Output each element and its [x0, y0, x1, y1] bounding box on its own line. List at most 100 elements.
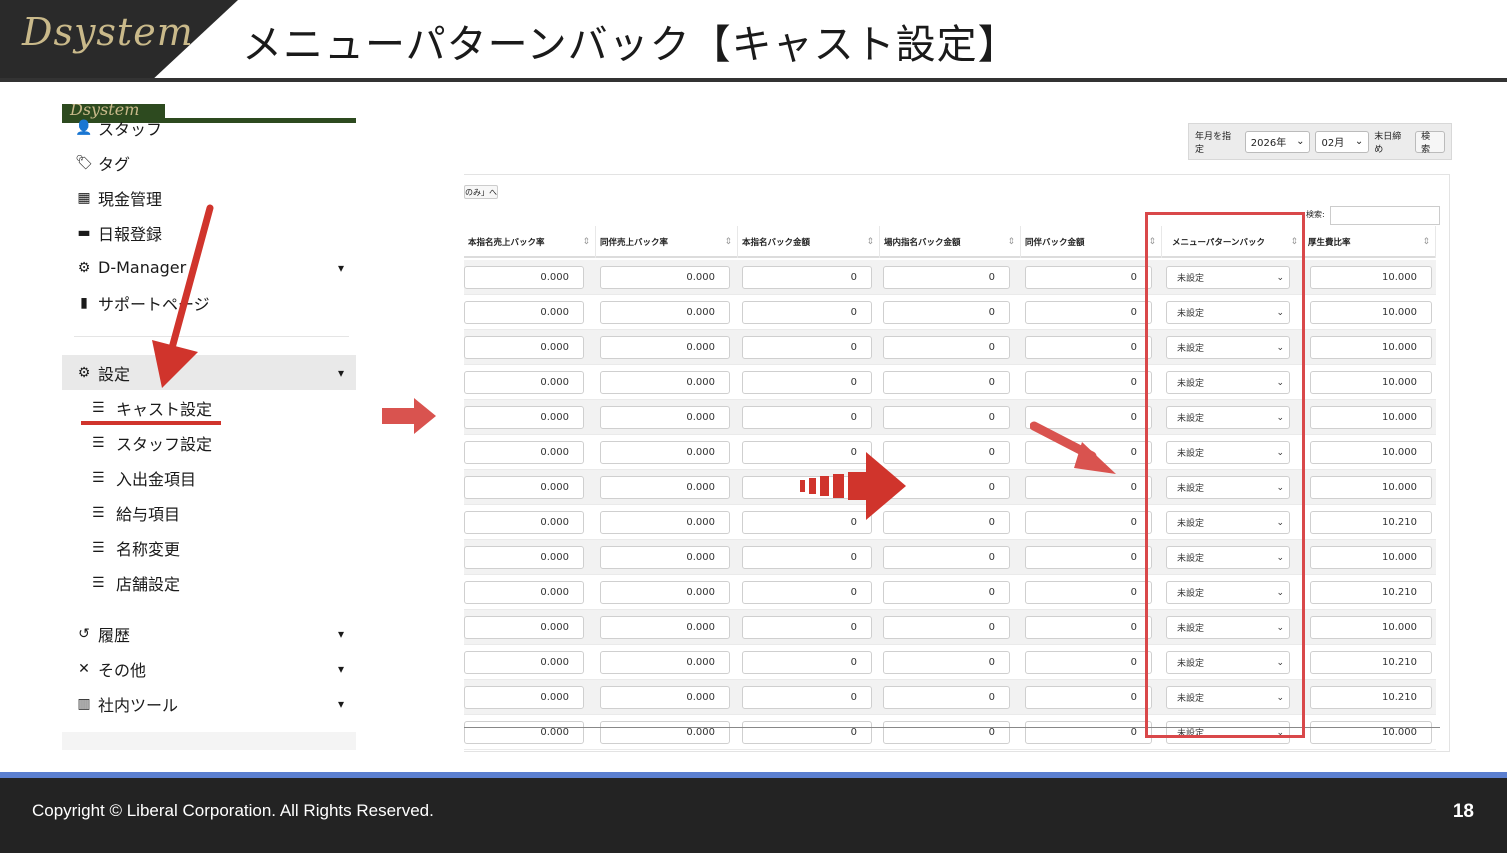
toggle-columns-button[interactable]: のみ」へ	[464, 185, 498, 199]
table-cell-input[interactable]: 10.000	[1310, 406, 1432, 429]
column-header[interactable]: 同伴売上バック率 ⇕	[596, 226, 738, 258]
table-cell-input[interactable]: 0	[883, 546, 1010, 569]
column-header[interactable]: 本指名バック金額 ⇕	[738, 226, 880, 258]
table-cell-input[interactable]: 0.000	[464, 266, 584, 289]
table-cell-input[interactable]: 0	[883, 266, 1010, 289]
table-cell-input[interactable]: 0	[742, 546, 872, 569]
table-cell-input[interactable]: 0.000	[464, 546, 584, 569]
table-cell-input[interactable]: 0	[742, 616, 872, 639]
table-cell-input[interactable]: 0	[1025, 336, 1152, 359]
table-cell-input[interactable]: 0.000	[600, 476, 730, 499]
table-cell-input[interactable]: 0	[742, 406, 872, 429]
table-cell-input[interactable]: 0	[883, 406, 1010, 429]
year-select[interactable]: 2026年 ⌄	[1244, 130, 1311, 153]
table-cell-input[interactable]: 10.000	[1310, 546, 1432, 569]
search-button[interactable]: 検索	[1415, 130, 1446, 155]
table-cell-input[interactable]: 0.000	[600, 686, 730, 709]
table-cell-input[interactable]: 0.000	[600, 511, 730, 534]
table-cell-input[interactable]: 0.000	[600, 651, 730, 674]
table-cell-input[interactable]: 0.000	[464, 511, 584, 534]
table-cell-input[interactable]: 0.000	[600, 301, 730, 324]
table-cell-input[interactable]: 10.000	[1310, 266, 1432, 289]
table-cell-input[interactable]: 0	[1025, 616, 1152, 639]
table-cell-input[interactable]: 0.000	[464, 406, 584, 429]
table-cell-input[interactable]: 0.000	[464, 616, 584, 639]
sidebar-item-staff[interactable]: 👤 スタッフ	[62, 110, 356, 145]
table-cell-input[interactable]: 0	[1025, 686, 1152, 709]
table-cell-input[interactable]: 0	[883, 301, 1010, 324]
table-cell-input[interactable]: 10.000	[1310, 336, 1432, 359]
table-cell-input[interactable]: 10.210	[1310, 686, 1432, 709]
table-cell-input[interactable]: 0	[742, 581, 872, 604]
table-cell-input[interactable]: 0.000	[600, 616, 730, 639]
table-cell-input[interactable]: 10.210	[1310, 581, 1432, 604]
sidebar-item-other[interactable]: ✕ その他 ▾	[62, 651, 356, 686]
table-cell-input[interactable]: 0	[883, 651, 1010, 674]
table-cell-input[interactable]: 0.000	[464, 686, 584, 709]
table-cell-input[interactable]: 0	[883, 686, 1010, 709]
table-cell-input[interactable]: 0.000	[600, 546, 730, 569]
table-cell-input[interactable]: 0.000	[600, 371, 730, 394]
table-cell-input[interactable]: 0	[883, 616, 1010, 639]
table-search-input[interactable]	[1330, 206, 1440, 225]
table-cell-input[interactable]: 10.210	[1310, 511, 1432, 534]
table-cell-input[interactable]: 0	[742, 721, 872, 744]
table-cell-input[interactable]: 0.000	[600, 441, 730, 464]
column-header[interactable]: 場内指名バック金額 ⇕	[880, 226, 1021, 258]
table-cell-input[interactable]: 0	[883, 721, 1010, 744]
table-cell-input[interactable]: 0.000	[600, 406, 730, 429]
month-select[interactable]: 02月 ⌄	[1315, 130, 1370, 153]
table-cell-input[interactable]: 0	[883, 581, 1010, 604]
table-cell-input[interactable]: 0.000	[600, 336, 730, 359]
table-cell-input[interactable]: 0.000	[464, 721, 584, 744]
table-cell-input[interactable]: 10.000	[1310, 721, 1432, 744]
table-cell-input[interactable]: 10.000	[1310, 301, 1432, 324]
table-cell-input[interactable]: 0.000	[464, 371, 584, 394]
table-cell-input[interactable]: 0.000	[600, 266, 730, 289]
table-cell-input[interactable]: 0	[742, 651, 872, 674]
table-cell-input[interactable]: 0	[883, 336, 1010, 359]
table-cell-input[interactable]: 0.000	[464, 581, 584, 604]
table-cell-input[interactable]: 0	[742, 301, 872, 324]
table-cell-input[interactable]: 0	[1025, 546, 1152, 569]
sidebar-sub-rename[interactable]: ☰ 名称変更	[92, 530, 332, 565]
sidebar-item-internal-tools[interactable]: ▥ 社内ツール ▾	[62, 686, 356, 721]
highlight-box	[1145, 212, 1305, 738]
table-cell-input[interactable]: 0.000	[464, 441, 584, 464]
table-cell-input[interactable]: 0.000	[600, 581, 730, 604]
column-header[interactable]: 厚生費比率 ⇕	[1304, 226, 1436, 258]
table-cell-input[interactable]: 0	[1025, 301, 1152, 324]
table-cell-input[interactable]: 0.000	[600, 721, 730, 744]
table-cell-input[interactable]: 0.000	[464, 301, 584, 324]
chevron-down-icon: ▾	[337, 626, 344, 641]
table-cell-input[interactable]: 0.000	[464, 336, 584, 359]
column-header[interactable]: 本指名売上バック率 ⇕	[464, 226, 596, 258]
table-cell-input[interactable]: 0.000	[464, 476, 584, 499]
table-cell-input[interactable]: 0	[883, 371, 1010, 394]
sidebar-sub-cast-settings[interactable]: ☰ キャスト設定	[92, 390, 332, 425]
table-cell-input[interactable]: 10.000	[1310, 441, 1432, 464]
table-cell-input[interactable]: 0	[1025, 511, 1152, 534]
sidebar-sub-store-settings[interactable]: ☰ 店舗設定	[92, 565, 332, 600]
table-cell-input[interactable]: 10.210	[1310, 651, 1432, 674]
table-cell-input[interactable]: 10.000	[1310, 476, 1432, 499]
sidebar-sub-cash-items[interactable]: ☰ 入出金項目	[92, 460, 332, 495]
sidebar-sub-salary-items[interactable]: ☰ 給与項目	[92, 495, 332, 530]
table-cell-input[interactable]: 10.000	[1310, 371, 1432, 394]
table-cell-input[interactable]: 0	[1025, 266, 1152, 289]
slide-header: Dsystem メニューパターンバック【キャスト設定】	[0, 0, 1507, 82]
table-cell-input[interactable]: 0	[742, 371, 872, 394]
table-cell-input[interactable]: 0	[1025, 581, 1152, 604]
table-cell-input[interactable]: 0.000	[464, 651, 584, 674]
table-cell-input[interactable]: 0	[742, 266, 872, 289]
sidebar-item-tags[interactable]: 🏷 タグ	[62, 145, 356, 180]
table-cell-input[interactable]: 10.000	[1310, 616, 1432, 639]
table-cell-input[interactable]: 0	[742, 336, 872, 359]
table-cell-input[interactable]: 0	[1025, 651, 1152, 674]
table-cell-input[interactable]: 0	[1025, 371, 1152, 394]
sidebar-sub-staff-settings[interactable]: ☰ スタッフ設定	[92, 425, 332, 460]
table-cell-input[interactable]: 0	[1025, 721, 1152, 744]
sidebar-item-history[interactable]: ↺ 履歴 ▾	[62, 616, 356, 651]
table-cell-input[interactable]: 0	[742, 686, 872, 709]
column-header[interactable]: 同伴バック金額 ⇕	[1021, 226, 1162, 258]
